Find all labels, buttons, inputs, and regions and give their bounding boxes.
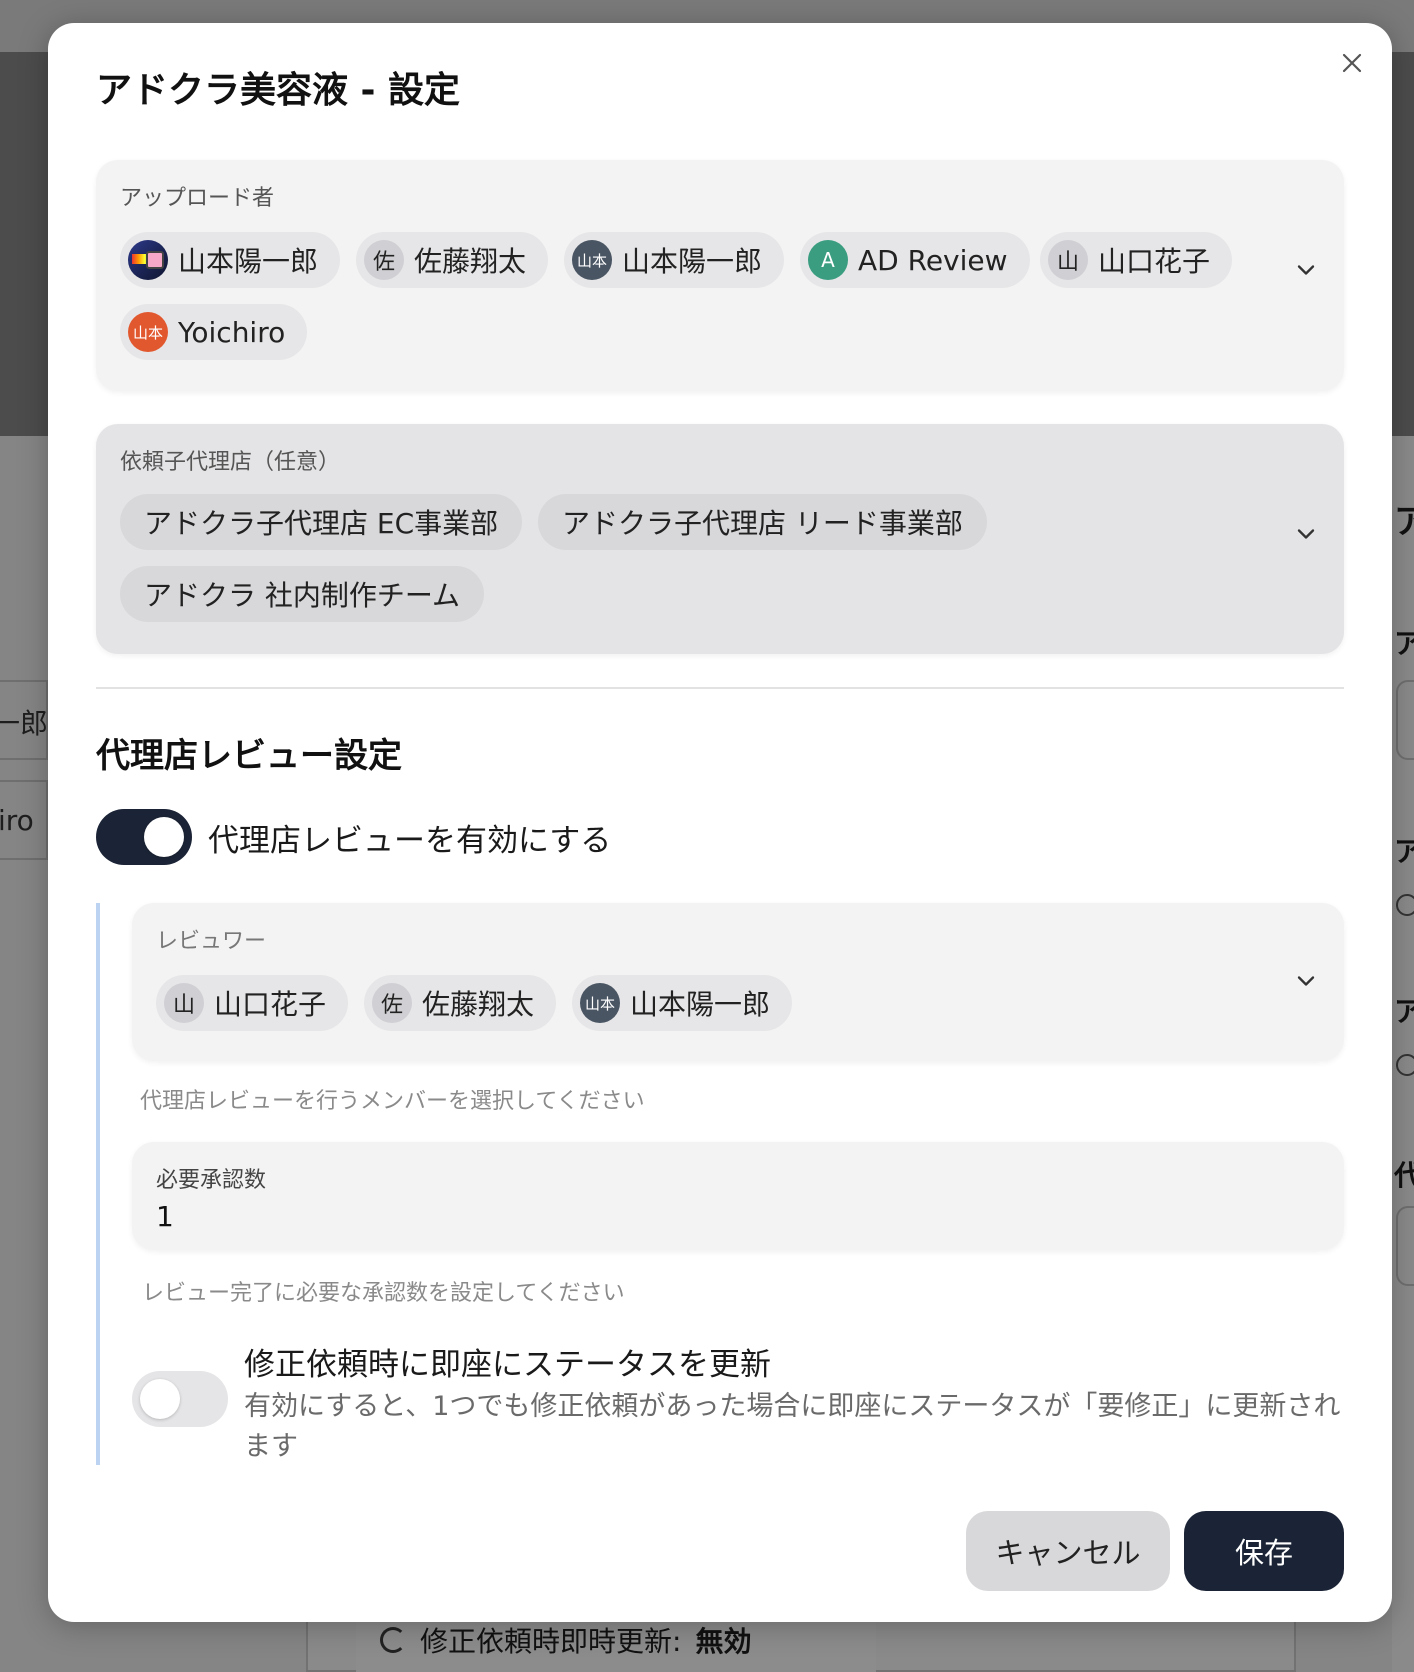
- nested-settings-rule: [96, 903, 100, 1465]
- footer-value: 無効: [695, 1625, 752, 1658]
- toggle-knob: [140, 1379, 180, 1419]
- save-button[interactable]: 保存: [1184, 1511, 1344, 1591]
- avatar: 佐: [364, 240, 404, 280]
- reviewer-chip[interactable]: 山 山口花子: [156, 975, 349, 1031]
- uploader-chip[interactable]: 佐 佐藤翔太: [356, 232, 549, 288]
- uploader-select[interactable]: アップロード者 山本陽一郎 佐 佐藤翔太 山本 山本陽一郎 A AD Revie…: [96, 160, 1344, 391]
- uploader-chip[interactable]: 山本 山本陽一郎: [564, 232, 785, 288]
- chip-label: 山口花子: [1098, 245, 1211, 278]
- chevron-down-icon[interactable]: [1292, 256, 1320, 284]
- refresh-icon: [380, 1627, 406, 1653]
- reviewer-label: レビュワー: [156, 929, 267, 954]
- alert-icon: [1396, 1054, 1414, 1076]
- background-footer-row: 修正依頼時即時更新: 無効: [380, 1620, 751, 1660]
- reviewer-helper-text: 代理店レビューを行うメンバーを選択してください: [140, 1089, 645, 1114]
- background-right-glyph: 代: [1394, 1159, 1414, 1192]
- immediate-update-description: 有効にすると、1つでも修正依頼があった場合に即座にステータスが「要修正」に更新さ…: [244, 1391, 1341, 1462]
- toggle-knob: [144, 817, 184, 857]
- avatar: [128, 240, 168, 280]
- uploader-chip[interactable]: 山本 Yoichiro: [120, 304, 308, 360]
- background-left-text: 一郎: [0, 707, 49, 740]
- uploader-chip[interactable]: 山本陽一郎: [120, 232, 341, 288]
- close-icon: [1342, 53, 1362, 73]
- subagency-select[interactable]: 依頼子代理店（任意） アドクラ子代理店 EC事業部 アドクラ子代理店 リード事業…: [96, 424, 1344, 654]
- subagency-chip[interactable]: アドクラ子代理店 EC事業部: [120, 494, 523, 550]
- chip-label: Yoichiro: [178, 315, 286, 349]
- reviewer-select[interactable]: レビュワー 山 山口花子 佐 佐藤翔太 山本 山本陽一郎: [132, 903, 1344, 1061]
- avatar: 佐: [372, 983, 412, 1023]
- chip-label: AD Review: [858, 243, 1008, 277]
- subagency-chip[interactable]: アドクラ子代理店 リード事業部: [538, 494, 987, 550]
- avatar: 山本: [572, 240, 612, 280]
- background-right-glyph: ア: [1394, 835, 1414, 868]
- required-approvals-helper-text: レビュー完了に必要な承認数を設定してください: [142, 1281, 625, 1306]
- immediate-update-toggle[interactable]: [132, 1371, 228, 1427]
- uploader-label: アップロード者: [120, 186, 275, 211]
- avatar: 山本: [580, 983, 620, 1023]
- subagency-chip[interactable]: アドクラ 社内制作チーム: [120, 566, 485, 622]
- cancel-button[interactable]: キャンセル: [966, 1511, 1170, 1591]
- section-divider: [96, 687, 1344, 689]
- reviewer-chip[interactable]: 佐 佐藤翔太: [364, 975, 557, 1031]
- chevron-down-icon[interactable]: [1292, 520, 1320, 548]
- subagency-label: 依頼子代理店（任意）: [120, 450, 341, 475]
- chip-label: 山本陽一郎: [178, 245, 319, 278]
- review-section-title: 代理店レビュー設定: [96, 736, 402, 776]
- chip-label: 佐藤翔太: [422, 988, 535, 1021]
- footer-label: 修正依頼時即時更新:: [420, 1625, 682, 1658]
- avatar: 山本: [128, 312, 168, 352]
- uploader-chip[interactable]: 山 山口花子: [1040, 232, 1233, 288]
- background-right-glyph: ア: [1394, 502, 1414, 542]
- chip-label: 佐藤翔太: [414, 245, 527, 278]
- enable-review-label: 代理店レビューを有効にする: [208, 823, 612, 859]
- chip-label: 山本陽一郎: [622, 245, 763, 278]
- avatar: 山: [164, 983, 204, 1023]
- alert-icon: [1396, 894, 1414, 916]
- required-approvals-label: 必要承認数: [156, 1168, 267, 1193]
- enable-review-toggle[interactable]: [96, 809, 192, 865]
- required-approvals-input[interactable]: 1: [156, 1200, 174, 1233]
- avatar: 山: [1048, 240, 1088, 280]
- chip-label: 山本陽一郎: [630, 988, 771, 1021]
- background-right-chip: [1396, 680, 1414, 760]
- uploader-chip[interactable]: A AD Review: [800, 232, 1030, 288]
- modal-title: アドクラ美容液 - 設定: [96, 70, 461, 111]
- close-button[interactable]: [1332, 43, 1372, 83]
- immediate-update-label: 修正依頼時に即座にステータスを更新: [244, 1347, 771, 1383]
- required-approvals-field[interactable]: 必要承認数 1: [132, 1142, 1344, 1250]
- reviewer-chip[interactable]: 山本 山本陽一郎: [572, 975, 793, 1031]
- settings-modal: アドクラ美容液 - 設定 アップロード者 山本陽一郎 佐 佐藤翔太 山本 山本陽…: [48, 23, 1392, 1622]
- background-right-chip: [1396, 1206, 1414, 1286]
- chevron-down-icon[interactable]: [1292, 967, 1320, 995]
- background-right-glyph: ア: [1394, 627, 1414, 660]
- avatar: A: [808, 240, 848, 280]
- background-right-glyph: ア: [1394, 995, 1414, 1028]
- background-left-text: iro: [0, 804, 34, 837]
- chip-label: 山口花子: [214, 988, 327, 1021]
